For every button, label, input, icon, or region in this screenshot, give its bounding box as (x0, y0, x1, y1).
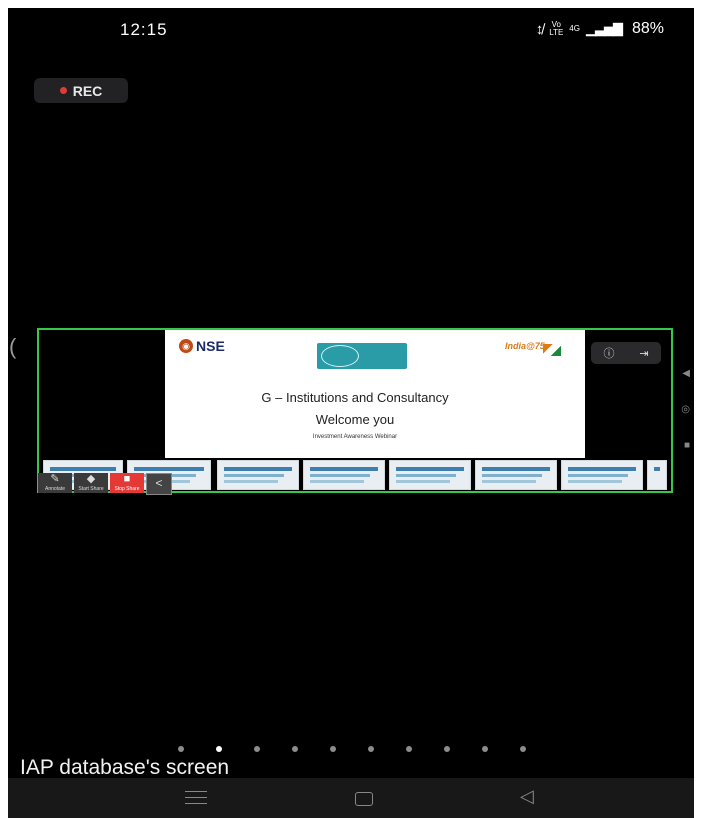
slide-thumbnail[interactable] (475, 460, 557, 490)
center-logo-image (317, 343, 407, 369)
page-dot[interactable] (406, 746, 412, 752)
page-dot-active[interactable] (216, 746, 222, 752)
side-recent-icon[interactable]: ■ (684, 440, 690, 451)
side-home-icon[interactable]: ◎ (681, 404, 690, 415)
status-bar: 12:15 ↕̸ Vo LTE 4G ▁▃▅▇ 88% (8, 8, 694, 52)
network-type: 4G (569, 24, 580, 33)
slide-thumbnail[interactable] (217, 460, 299, 490)
system-nav-bar: ◁ (8, 778, 694, 818)
page-dot[interactable] (254, 746, 260, 752)
slide-caption: Investment Awareness Webinar (312, 434, 398, 440)
slide-thumbnail[interactable] (561, 460, 643, 490)
page-dot[interactable] (368, 746, 374, 752)
chevron-left-icon: < (155, 476, 163, 490)
signal-bars-icon: ▁▃▅▇ (585, 21, 623, 36)
side-back-icon[interactable]: ◀ (682, 368, 690, 379)
battery-level: 88% (631, 20, 664, 37)
slide-thumbnail[interactable] (647, 460, 667, 490)
page-indicator (178, 746, 526, 752)
info-icon[interactable]: ⓘ (603, 345, 614, 361)
volte-indicator: Vo LTE (549, 20, 564, 37)
back-icon[interactable]: ◁ (520, 786, 534, 807)
shared-screen-view[interactable]: ◉ NSE India@75 G – Institutions and Cons… (37, 328, 673, 493)
pen-icon: ✎ (50, 473, 60, 485)
slide-subtitle: Welcome you (315, 412, 395, 427)
status-time: 12:15 (120, 20, 168, 39)
slide-thumbnail[interactable] (303, 460, 385, 490)
page-dot[interactable] (482, 746, 488, 752)
menu-icon[interactable] (185, 791, 207, 809)
share-toolbar: ✎ Annotate ◆ Start Share ■ Stop Share < (38, 473, 172, 495)
slide-thumbnail[interactable] (389, 460, 471, 490)
presentation-slide: ◉ NSE India@75 G – Institutions and Cons… (165, 330, 585, 458)
phone-screen: 12:15 ↕̸ Vo LTE 4G ▁▃▅▇ 88% REC ( ◉ NSE (8, 8, 694, 818)
page-dot[interactable] (178, 746, 184, 752)
page-dot[interactable] (520, 746, 526, 752)
india-75-logo: India@75 (505, 336, 561, 356)
recording-dot-icon (59, 87, 67, 94)
slide-title: G – Institutions and Consultancy (261, 390, 449, 405)
nse-logo: ◉ NSE (179, 338, 225, 354)
page-dot[interactable] (330, 746, 336, 752)
home-icon[interactable] (355, 792, 373, 806)
start-share-button[interactable]: ◆ Start Share (74, 473, 108, 493)
recording-label: REC (72, 82, 103, 99)
stop-icon: ■ (123, 473, 131, 485)
page-dot[interactable] (444, 746, 450, 752)
mute-vibrate-icon: ↕̸ (535, 20, 544, 38)
share-controls: ⓘ ⇥ (591, 342, 661, 364)
page-dot[interactable] (292, 746, 298, 752)
edge-handle-icon[interactable]: ( (9, 334, 16, 360)
collapse-toolbar-button[interactable]: < (146, 473, 172, 495)
nse-logo-icon: ◉ (179, 339, 193, 353)
exit-icon[interactable]: ⇥ (639, 347, 648, 360)
annotate-button[interactable]: ✎ Annotate (38, 473, 72, 493)
recording-indicator[interactable]: REC (34, 78, 128, 103)
stop-share-button[interactable]: ■ Stop Share (110, 473, 144, 493)
status-icons: ↕̸ Vo LTE 4G ▁▃▅▇ 88% (536, 20, 664, 38)
screen-owner-label: IAP database's screen (20, 756, 230, 779)
layers-icon: ◆ (86, 473, 96, 485)
